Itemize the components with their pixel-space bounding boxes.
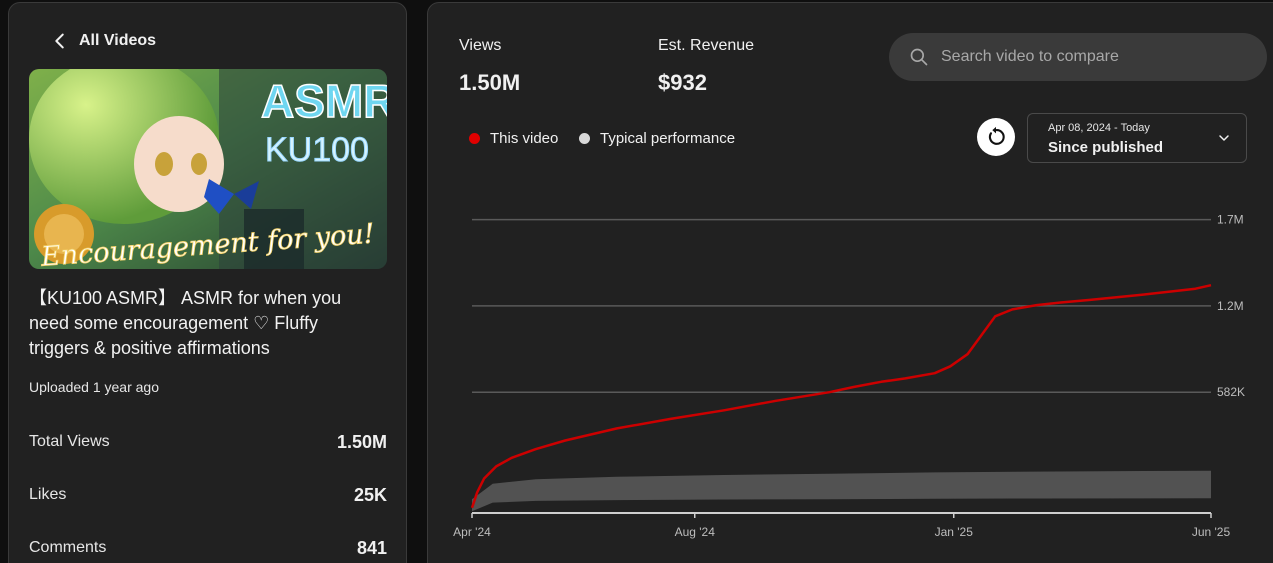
video-details-panel: All Videos ASMR KU100 Encouragement for …	[8, 2, 407, 563]
analytics-panel: Views 1.50M Est. Revenue $932 This video…	[427, 2, 1273, 563]
typical-performance-band	[472, 470, 1211, 512]
thumbnail-title-text: ASMR	[261, 75, 387, 127]
stat-value: 25K	[353, 484, 387, 505]
x-tick-label: Jun '25	[1192, 525, 1231, 539]
stat-value: 841	[356, 537, 387, 558]
y-tick-label: 1.2M	[1217, 299, 1244, 313]
video-thumbnail[interactable]: ASMR KU100 Encouragement for you!	[29, 69, 387, 269]
y-tick-label: 582K	[1217, 385, 1245, 399]
stat-label: Comments	[29, 539, 107, 556]
all-videos-back-link[interactable]: All Videos	[49, 27, 156, 55]
stat-likes: Likes 25K	[29, 483, 387, 507]
x-tick-label: Aug '24	[675, 525, 716, 539]
y-tick-label: 1.7M	[1217, 213, 1244, 227]
x-tick-label: Apr '24	[453, 525, 491, 539]
thumbnail-subtitle-text: KU100	[265, 131, 369, 169]
x-tick-label: Jan '25	[935, 525, 974, 539]
stat-label: Total Views	[29, 433, 110, 450]
stat-label: Likes	[29, 486, 67, 503]
chevron-left-icon	[55, 33, 64, 49]
stat-value: 1.50M	[336, 431, 387, 452]
all-videos-label: All Videos	[79, 32, 157, 49]
upload-date: Uploaded 1 year ago	[29, 379, 159, 395]
stat-total-views: Total Views 1.50M	[29, 430, 387, 454]
stat-comments: Comments 841	[29, 536, 387, 560]
views-chart: 1.7M 1.2M 582K Apr '24 Aug '24 Jan '25 Jun '25	[453, 213, 1245, 539]
video-title: 【KU100 ASMR】 ASMR for when you need some…	[29, 288, 342, 358]
